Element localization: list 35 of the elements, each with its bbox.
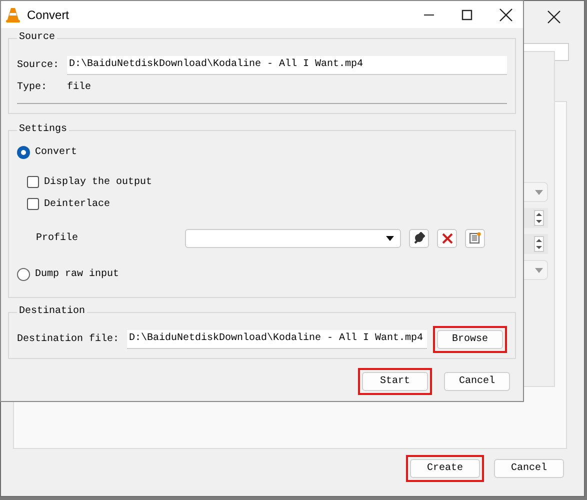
- field-label: Type:: [17, 80, 48, 94]
- traffic-cone-icon: [5, 6, 21, 22]
- list-icon: [469, 232, 481, 244]
- spinner-arrows-icon[interactable]: [534, 210, 544, 226]
- checkbox[interactable]: [27, 198, 39, 210]
- delete-icon: [442, 232, 452, 244]
- field-label: Source:: [17, 58, 60, 72]
- checkbox-label: Deinterlace: [44, 198, 110, 212]
- field-label: Profile: [36, 232, 80, 246]
- push-button[interactable]: Start: [362, 372, 428, 391]
- radio-button[interactable]: [17, 146, 30, 158]
- push-button[interactable]: Create: [410, 459, 480, 478]
- source-field[interactable]: D:\BaiduNetdiskDownload\Kodaline - All I Want.mp4: [67, 56, 507, 74]
- push-button[interactable]: Cancel: [444, 372, 510, 391]
- close-icon[interactable]: [499, 8, 513, 22]
- delete-profile-button[interactable]: [437, 228, 457, 248]
- field-label: Destination file:: [17, 332, 120, 346]
- destination-field[interactable]: D:\BaiduNetdiskDownload\Kodaline - All I Want.mp4: [127, 330, 427, 348]
- new-profile-button[interactable]: [465, 228, 485, 248]
- radio-label: Convert: [35, 146, 78, 160]
- type-value: file: [67, 80, 92, 94]
- caret-icon: [386, 236, 394, 240]
- radio-button[interactable]: [17, 268, 30, 280]
- push-button[interactable]: Browse: [437, 330, 503, 348]
- group-heading: Settings: [17, 124, 70, 136]
- radio-label: Dump raw input: [35, 268, 120, 282]
- checkbox-label: Display the output: [44, 176, 152, 190]
- caret-icon: [535, 190, 543, 194]
- caret-icon: [535, 268, 543, 272]
- window-title: Convert: [27, 6, 70, 24]
- maximize-icon[interactable]: [461, 8, 473, 20]
- push-button[interactable]: Cancel: [494, 459, 564, 478]
- checkbox[interactable]: [27, 176, 39, 188]
- spinner-arrows-icon[interactable]: [534, 236, 544, 252]
- close-icon[interactable]: [546, 9, 562, 25]
